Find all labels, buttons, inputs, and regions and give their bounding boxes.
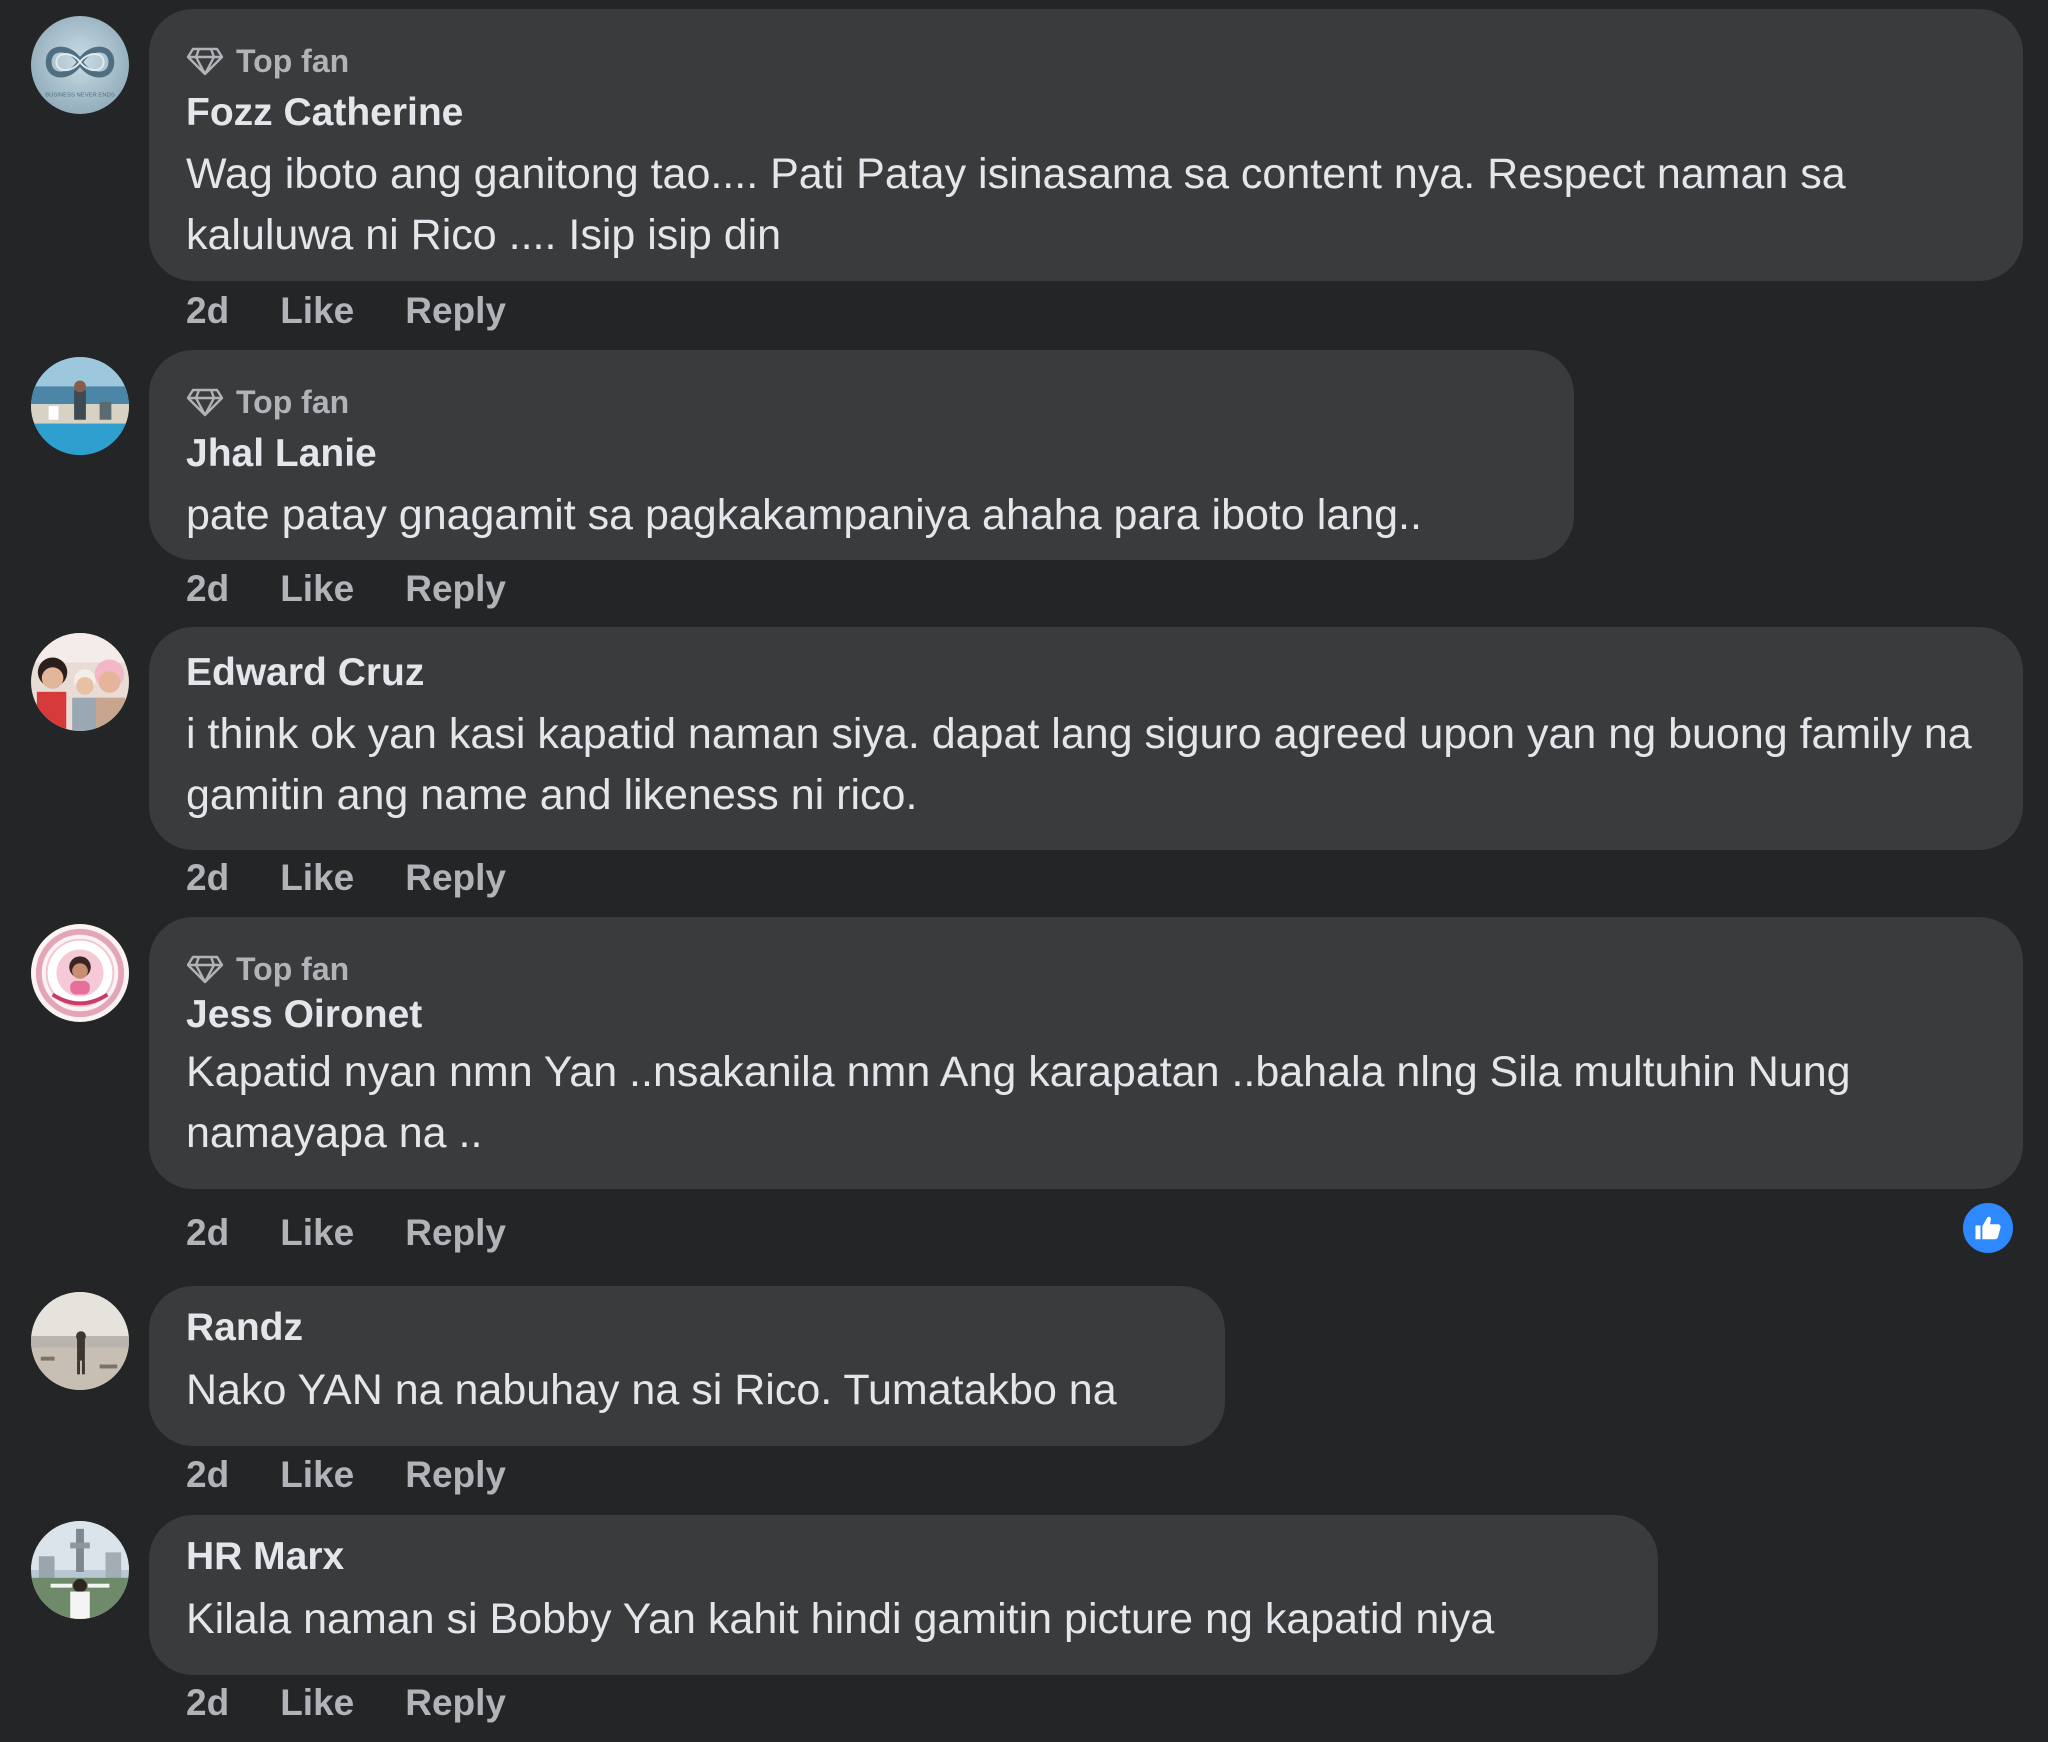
comment-actions: 2d Like Reply bbox=[186, 1208, 506, 1258]
reply-button[interactable]: Reply bbox=[405, 1682, 506, 1724]
avatar[interactable] bbox=[31, 1521, 129, 1619]
infinity-logo-icon: BUSINESS NEVER ENDS bbox=[31, 16, 129, 114]
comment-author[interactable]: Randz bbox=[186, 1306, 303, 1350]
comment-text: Wag iboto ang ganitong tao.... Pati Pata… bbox=[186, 150, 1846, 259]
like-button[interactable]: Like bbox=[280, 857, 354, 899]
avatar[interactable] bbox=[31, 633, 129, 731]
like-button[interactable]: Like bbox=[280, 1454, 354, 1496]
top-fan-badge: Top fan bbox=[186, 380, 349, 424]
comment-text: Nako YAN na nabuhay na si Rico. Tumatakb… bbox=[186, 1366, 1117, 1414]
like-button[interactable]: Like bbox=[280, 1212, 354, 1254]
comment-timestamp[interactable]: 2d bbox=[186, 1454, 229, 1496]
comment-actions: 2d Like Reply bbox=[186, 286, 506, 336]
comment-bubble: HR Marx Kilala naman si Bobby Yan kahit … bbox=[149, 1515, 1658, 1675]
top-fan-badge: Top fan bbox=[186, 39, 349, 83]
comment-actions: 2d Like Reply bbox=[186, 564, 506, 614]
comment-text: Kilala naman si Bobby Yan kahit hindi ga… bbox=[186, 1595, 1495, 1643]
reply-button[interactable]: Reply bbox=[405, 857, 506, 899]
avatar-logo-text: BUSINESS NEVER ENDS bbox=[45, 92, 115, 98]
comment-timestamp[interactable]: 2d bbox=[186, 1682, 229, 1724]
avatar[interactable] bbox=[31, 357, 129, 455]
comment-bubble: Top fan Fozz Catherine Wag iboto ang gan… bbox=[149, 9, 2023, 281]
comment-author[interactable]: Jess Oironet bbox=[186, 993, 422, 1037]
pool-photo-icon bbox=[31, 357, 129, 455]
comment-bubble: Randz Nako YAN na nabuhay na si Rico. Tu… bbox=[149, 1286, 1225, 1446]
avatar[interactable] bbox=[31, 1292, 129, 1390]
like-button[interactable]: Like bbox=[280, 1682, 354, 1724]
comment-actions: 2d Like Reply bbox=[186, 1678, 506, 1728]
comment-text: Kapatid nyan nmn Yan ..nsakanila nmn Ang… bbox=[186, 1048, 1851, 1157]
like-button[interactable]: Like bbox=[280, 290, 354, 332]
comment-actions: 2d Like Reply bbox=[186, 1450, 506, 1500]
diamond-icon bbox=[186, 47, 224, 76]
comment-author[interactable]: Fozz Catherine bbox=[186, 91, 463, 135]
reply-button[interactable]: Reply bbox=[405, 290, 506, 332]
comment-text: i think ok yan kasi kapatid naman siya. … bbox=[186, 710, 1972, 819]
comment-bubble: Edward Cruz i think ok yan kasi kapatid … bbox=[149, 627, 2023, 850]
comment-author[interactable]: Edward Cruz bbox=[186, 651, 424, 695]
city-tower-icon bbox=[31, 1521, 129, 1619]
comment-timestamp[interactable]: 2d bbox=[186, 1212, 229, 1254]
diamond-icon bbox=[186, 955, 224, 984]
comment-timestamp[interactable]: 2d bbox=[186, 290, 229, 332]
comment-text: pate patay gnagamit sa pagkakampaniya ah… bbox=[186, 491, 1422, 539]
comment-bubble: Top fan Jhal Lanie pate patay gnagamit s… bbox=[149, 350, 1574, 560]
comment-timestamp[interactable]: 2d bbox=[186, 568, 229, 610]
reply-button[interactable]: Reply bbox=[405, 568, 506, 610]
reply-button[interactable]: Reply bbox=[405, 1454, 506, 1496]
badge-label: Top fan bbox=[236, 383, 350, 420]
comment-thread: BUSINESS NEVER ENDS Top fan Fozz Catheri… bbox=[0, 0, 2048, 1742]
comment-timestamp[interactable]: 2d bbox=[186, 857, 229, 899]
reply-button[interactable]: Reply bbox=[405, 1212, 506, 1254]
top-fan-badge: Top fan bbox=[186, 947, 349, 991]
avatar[interactable]: BUSINESS NEVER ENDS bbox=[31, 16, 129, 114]
like-thumb-icon bbox=[1975, 1216, 2001, 1240]
avatar[interactable] bbox=[31, 924, 129, 1022]
comment-author[interactable]: Jhal Lanie bbox=[186, 432, 377, 476]
like-reaction-badge[interactable] bbox=[1960, 1200, 2016, 1256]
badge-label: Top fan bbox=[236, 950, 350, 987]
diamond-icon bbox=[186, 388, 224, 417]
beach-figure-icon bbox=[31, 1292, 129, 1390]
badge-frame-portrait-icon bbox=[31, 924, 129, 1022]
comment-bubble: Top fan Jess Oironet Kapatid nyan nmn Ya… bbox=[149, 917, 2023, 1189]
badge-label: Top fan bbox=[236, 42, 350, 79]
like-button[interactable]: Like bbox=[280, 568, 354, 610]
group-selfie-icon bbox=[31, 633, 129, 731]
comment-author[interactable]: HR Marx bbox=[186, 1535, 344, 1579]
comment-actions: 2d Like Reply bbox=[186, 853, 506, 903]
